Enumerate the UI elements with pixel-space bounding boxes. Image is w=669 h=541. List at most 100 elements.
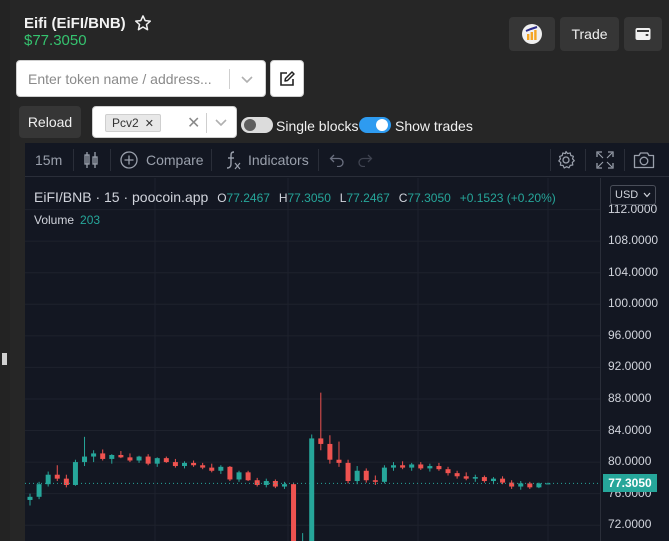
price-axis-tick-label: 84.0000 (608, 422, 652, 437)
price-axis-tick-label: 108.0000 (608, 233, 659, 248)
candle (291, 482, 297, 541)
toolbar-divider (318, 149, 319, 171)
candle (427, 463, 433, 472)
legend-open: 77.2467 (226, 191, 270, 205)
candle (218, 465, 224, 474)
candle (118, 451, 124, 459)
candle (302, 533, 304, 541)
candle (281, 481, 287, 489)
toolbar-divider (73, 149, 74, 171)
candle (454, 470, 460, 479)
candle (100, 449, 106, 461)
candlestick-plot[interactable] (25, 178, 669, 541)
candle-style-icon[interactable] (83, 151, 99, 169)
candle (463, 472, 469, 481)
candle (436, 462, 442, 471)
candle (418, 462, 424, 470)
currency-select[interactable]: USD (610, 185, 656, 205)
toolbar-divider (624, 149, 625, 171)
price-axis-tick-label: 92.0000 (608, 359, 652, 374)
chart-logo-button[interactable] (509, 17, 555, 51)
version-select[interactable]: Pcv2 ✕ ✕ (92, 106, 237, 138)
candle (509, 480, 515, 489)
token-search-input[interactable]: Enter token name / address... (16, 60, 266, 97)
show-trades-label: Show trades (395, 118, 473, 134)
interval-button[interactable]: 15m (35, 152, 62, 168)
candle (327, 435, 333, 464)
candle (363, 468, 369, 483)
token-title: Eifi (EiFI/BNB) (24, 14, 126, 32)
single-blocks-label: Single blocks (276, 118, 359, 134)
toggle-knob (244, 119, 256, 131)
candle (236, 470, 242, 482)
search-divider (229, 69, 230, 89)
candle (72, 459, 78, 486)
edit-icon (280, 70, 295, 86)
volume-legend: Volume 203 (34, 213, 100, 227)
chart-logo-icon (522, 24, 542, 44)
price-axis-tick-label: 88.0000 (608, 390, 652, 405)
candle (163, 456, 169, 463)
single-blocks-toggle[interactable] (241, 117, 273, 133)
favorite-star-icon[interactable] (134, 14, 152, 32)
chart-toolbar: 15m Compare Indicators (25, 143, 669, 177)
legend-close: 77.3050 (407, 191, 451, 205)
edit-token-button[interactable] (270, 60, 304, 97)
currency-label: USD (615, 189, 639, 201)
version-chip: Pcv2 ✕ (105, 114, 161, 132)
volume-label: Volume (34, 213, 75, 227)
select-divider (206, 113, 207, 133)
indicators-button[interactable]: Indicators (248, 152, 309, 168)
candle (500, 476, 506, 485)
candle (381, 465, 387, 484)
camera-icon[interactable] (633, 151, 655, 169)
candle (191, 460, 197, 467)
price-axis-tick-label: 96.0000 (608, 327, 652, 342)
toolbar-divider (585, 149, 586, 171)
candle (254, 477, 260, 487)
candle (172, 458, 178, 468)
legend-low: 77.2467 (346, 191, 390, 205)
search-placeholder: Enter token name / address... (28, 71, 212, 87)
candle (318, 392, 324, 451)
chevron-down-icon[interactable] (239, 71, 255, 87)
trade-button[interactable]: Trade (560, 17, 619, 51)
legend-open-label: O (217, 191, 227, 205)
legend-change: +0.1523 (+0.20%) (459, 191, 556, 205)
legend-high-label: H (278, 191, 288, 205)
wallet-button[interactable] (624, 17, 662, 51)
candle (345, 459, 351, 484)
show-trades-toggle[interactable] (359, 117, 391, 133)
settings-gear-icon[interactable] (556, 150, 576, 170)
candle (481, 475, 487, 483)
chevron-down-icon (643, 192, 651, 198)
chevron-down-icon[interactable] (213, 114, 229, 130)
panel-resize-handle[interactable] (2, 353, 7, 365)
candle (127, 453, 133, 463)
price-axis-tick-label: 72.0000 (608, 517, 652, 532)
remove-chip-icon[interactable]: ✕ (145, 117, 154, 130)
plus-circle-icon[interactable] (120, 151, 138, 169)
candle (336, 441, 342, 467)
candle (200, 462, 206, 470)
candle (54, 465, 60, 482)
candle (91, 450, 97, 463)
compare-button[interactable]: Compare (146, 152, 204, 168)
volume-value: 203 (80, 213, 101, 227)
function-icon[interactable] (224, 150, 242, 170)
fullscreen-icon[interactable] (596, 151, 614, 169)
legend-high: 77.3050 (287, 191, 331, 205)
candle (27, 493, 33, 506)
redo-icon[interactable] (357, 153, 373, 167)
clear-selection-icon[interactable]: ✕ (187, 113, 200, 133)
price-axis-tick-label: 100.0000 (608, 296, 659, 311)
legend-symbol: EiFI/BNB · 15 · poocoin.app (34, 189, 209, 205)
undo-icon[interactable] (329, 153, 345, 167)
version-chip-label: Pcv2 (112, 116, 139, 130)
candle (209, 463, 215, 473)
candle (445, 466, 451, 476)
candle (63, 474, 69, 488)
left-panel-edge (0, 0, 10, 541)
reload-button[interactable]: Reload (19, 106, 81, 138)
price-chart[interactable]: 15m Compare Indicators EiFI/BNB · 15 · p… (25, 143, 669, 541)
